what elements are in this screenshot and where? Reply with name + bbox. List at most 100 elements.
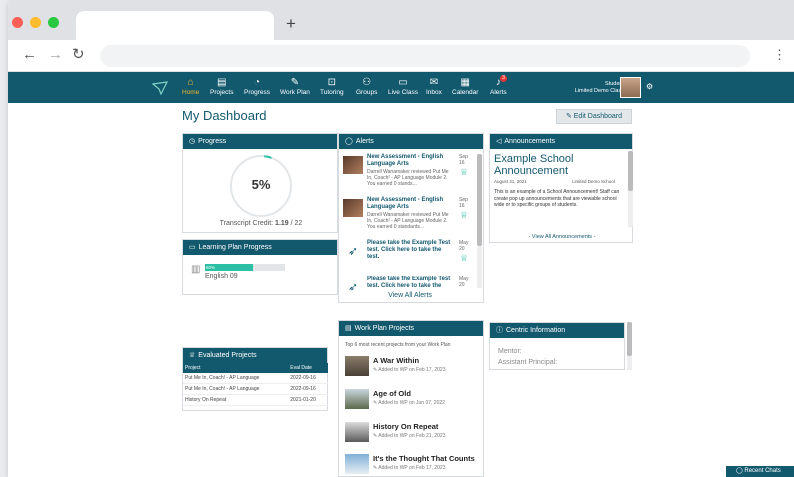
alert-item[interactable]: ➶ Please take the Example Test test. Cli… (343, 276, 477, 290)
edit-dashboard-button[interactable]: ✎ Edit Dashboard (556, 109, 632, 124)
table-row[interactable]: History On Repeat 2021-01-20 (183, 394, 328, 406)
user-name: Student (605, 81, 624, 87)
panel-header: ◷ Progress (183, 134, 337, 149)
browser-tab-bar: + (8, 0, 794, 41)
view-all-alerts-link[interactable]: View All Alerts (339, 292, 481, 299)
nav-label: Live Class (388, 89, 418, 96)
alert-date: May 20 (459, 240, 469, 252)
panel-title: Announcements (504, 138, 555, 145)
scrollbar-thumb[interactable] (628, 151, 633, 191)
browser-menu-icon[interactable]: ⋮ (773, 47, 786, 63)
panel-header: ▤ Work Plan Projects (339, 321, 483, 336)
alert-title: Please take the Example Test test. Click… (367, 276, 451, 289)
announcement-body: This is an example of a School Announcem… (494, 189, 620, 208)
nav-inbox[interactable]: ✉ Inbox (426, 76, 442, 97)
date-cell: 2022-09-16 (288, 373, 328, 384)
app-logo-icon: ➶ (347, 244, 359, 258)
learning-plan-panel: ▭ Learning Plan Progress ▥ 60% English 09 (182, 239, 338, 295)
work-plan-item[interactable]: It's the Thought That Counts ✎ Added to … (345, 452, 479, 477)
panel-header: ◁ Announcements (490, 134, 632, 149)
column-header: Project (183, 363, 289, 373)
nav-home[interactable]: ⌂ Home (182, 76, 199, 97)
alert-title: Please take the Example Test test. Click… (367, 240, 451, 260)
books-icon: ▥ (191, 264, 201, 275)
nav-label: Tutoring (320, 89, 344, 96)
mentor-label: Mentor: (498, 348, 522, 355)
work-plan-item[interactable]: A War Within ✎ Added to WP on Feb 17, 20… (345, 354, 479, 382)
pencil-icon: ✎ (290, 77, 300, 88)
browser-tab[interactable] (76, 11, 274, 41)
announcement-date: August 31, 2021 (494, 179, 527, 184)
evaluated-projects-panel: ♕ Evaluated Projects Project Eval Date Pu… (182, 347, 328, 411)
reload-icon[interactable]: ↻ (72, 47, 85, 62)
panel-header: ♕ Evaluated Projects (183, 348, 327, 363)
column-header: Eval Date (288, 363, 328, 373)
scrollbar-thumb[interactable] (477, 154, 482, 246)
nav-label: Home (182, 89, 200, 96)
centric-scrollbar[interactable] (627, 322, 632, 370)
alerts-panel: ◯ Alerts New Assessment - English Languag… (338, 133, 484, 303)
evaluated-projects-table: Project Eval Date Put Me In, Coach! - AP… (183, 363, 328, 406)
user-settings-icon[interactable]: ⚙ (646, 82, 653, 91)
nav-label: Groups (356, 89, 378, 96)
alert-item[interactable]: ➶ Please take the Example Test test. Cli… (343, 240, 477, 276)
alert-item[interactable]: New Assessment - English Language Arts D… (343, 154, 477, 190)
nav-groups[interactable]: ⚇ Groups (356, 76, 377, 97)
back-arrow-icon[interactable]: ← (22, 47, 37, 62)
alert-subtitle: Darrell Wanamaker reviewed Put Me In, Co… (367, 169, 449, 187)
calendar-icon: ▦ (460, 77, 470, 88)
alert-item[interactable]: New Assessment - English Language Arts D… (343, 197, 477, 233)
table-header-row: Project Eval Date (183, 363, 328, 373)
tutoring-icon: ⊡ (327, 77, 336, 88)
user-info[interactable]: Student Limited Demo Class (575, 81, 624, 95)
home-icon: ⌂ (187, 77, 194, 88)
table-row[interactable]: Put Me In, Coach! - AP Language 2022-09-… (183, 373, 328, 384)
announcements-scrollbar[interactable] (628, 151, 633, 227)
new-tab-button[interactable]: + (286, 14, 296, 34)
principal-label: Assistant Principal: (498, 359, 558, 366)
nav-calendar[interactable]: ▦ Calendar (452, 76, 478, 97)
app-logo-icon[interactable] (152, 81, 168, 95)
app-nav-bar: ⌂ Home ▤ Projects ◔ Progress ✎ Work Plan… (8, 72, 794, 103)
alert-photo (343, 199, 363, 217)
recent-chats-button[interactable]: ◯ Recent Chats (726, 466, 794, 477)
credit-total: / 22 (290, 220, 303, 227)
announcement-title: Example School Announcement (494, 153, 574, 177)
panel-title: Centric Information (506, 327, 566, 334)
nav-alerts[interactable]: ♪ Alerts 3 (490, 75, 507, 97)
document-icon: ▤ (345, 325, 352, 332)
alerts-count-badge: 3 (500, 75, 507, 82)
table-row[interactable]: Put Me In, Coach! - AP Language 2022-09-… (183, 383, 328, 395)
nav-label: Work Plan (280, 89, 310, 96)
alert-date: Sep 16 (459, 154, 468, 166)
close-window-button[interactable] (12, 17, 23, 28)
forward-arrow-icon[interactable]: → (48, 47, 63, 62)
course-name[interactable]: English 09 (205, 273, 238, 280)
work-plan-item[interactable]: History On Repeat ✎ Added to WP on Feb 2… (345, 420, 479, 448)
transcript-credit: Transcript Credit: 1.19 / 22 (183, 220, 339, 227)
alerts-scrollbar[interactable] (477, 154, 482, 288)
url-input[interactable] (100, 45, 750, 67)
nav-live-class[interactable]: ▭ Live Class (388, 76, 418, 97)
panel-header: ▭ Learning Plan Progress (183, 240, 337, 255)
project-cell: Put Me In, Coach! - AP Language (183, 383, 289, 395)
nav-tutoring[interactable]: ⊡ Tutoring (320, 76, 344, 97)
project-meta: ✎ Added to WP on Feb 17, 2023 (373, 367, 446, 373)
work-plan-item[interactable]: Age of Old ✎ Added to WP on Jun 07, 2022 (345, 387, 479, 415)
progress-ring: 5% (230, 155, 292, 217)
project-thumbnail (345, 422, 369, 442)
view-all-announcements-link[interactable]: - View All Announcements - (490, 234, 634, 240)
project-meta: ✎ Added to WP on Feb 21, 2023 (373, 433, 446, 439)
avatar[interactable] (620, 77, 641, 98)
mail-icon: ✉ (429, 77, 439, 88)
work-plan-subtitle: Top 6 most recent projects from your Wor… (345, 342, 451, 348)
progress-icon: ◔ (253, 77, 261, 88)
credit-value: 1.19 (275, 220, 289, 227)
scrollbar-thumb[interactable] (627, 322, 632, 356)
maximize-window-button[interactable] (48, 17, 59, 28)
minimize-window-button[interactable] (30, 17, 41, 28)
nav-work-plan[interactable]: ✎ Work Plan (280, 76, 310, 97)
alert-subtitle: Darrell Wanamaker reviewed Put Me In, Co… (367, 212, 449, 230)
nav-progress[interactable]: ◔ Progress (244, 76, 270, 97)
nav-projects[interactable]: ▤ Projects (210, 76, 233, 97)
